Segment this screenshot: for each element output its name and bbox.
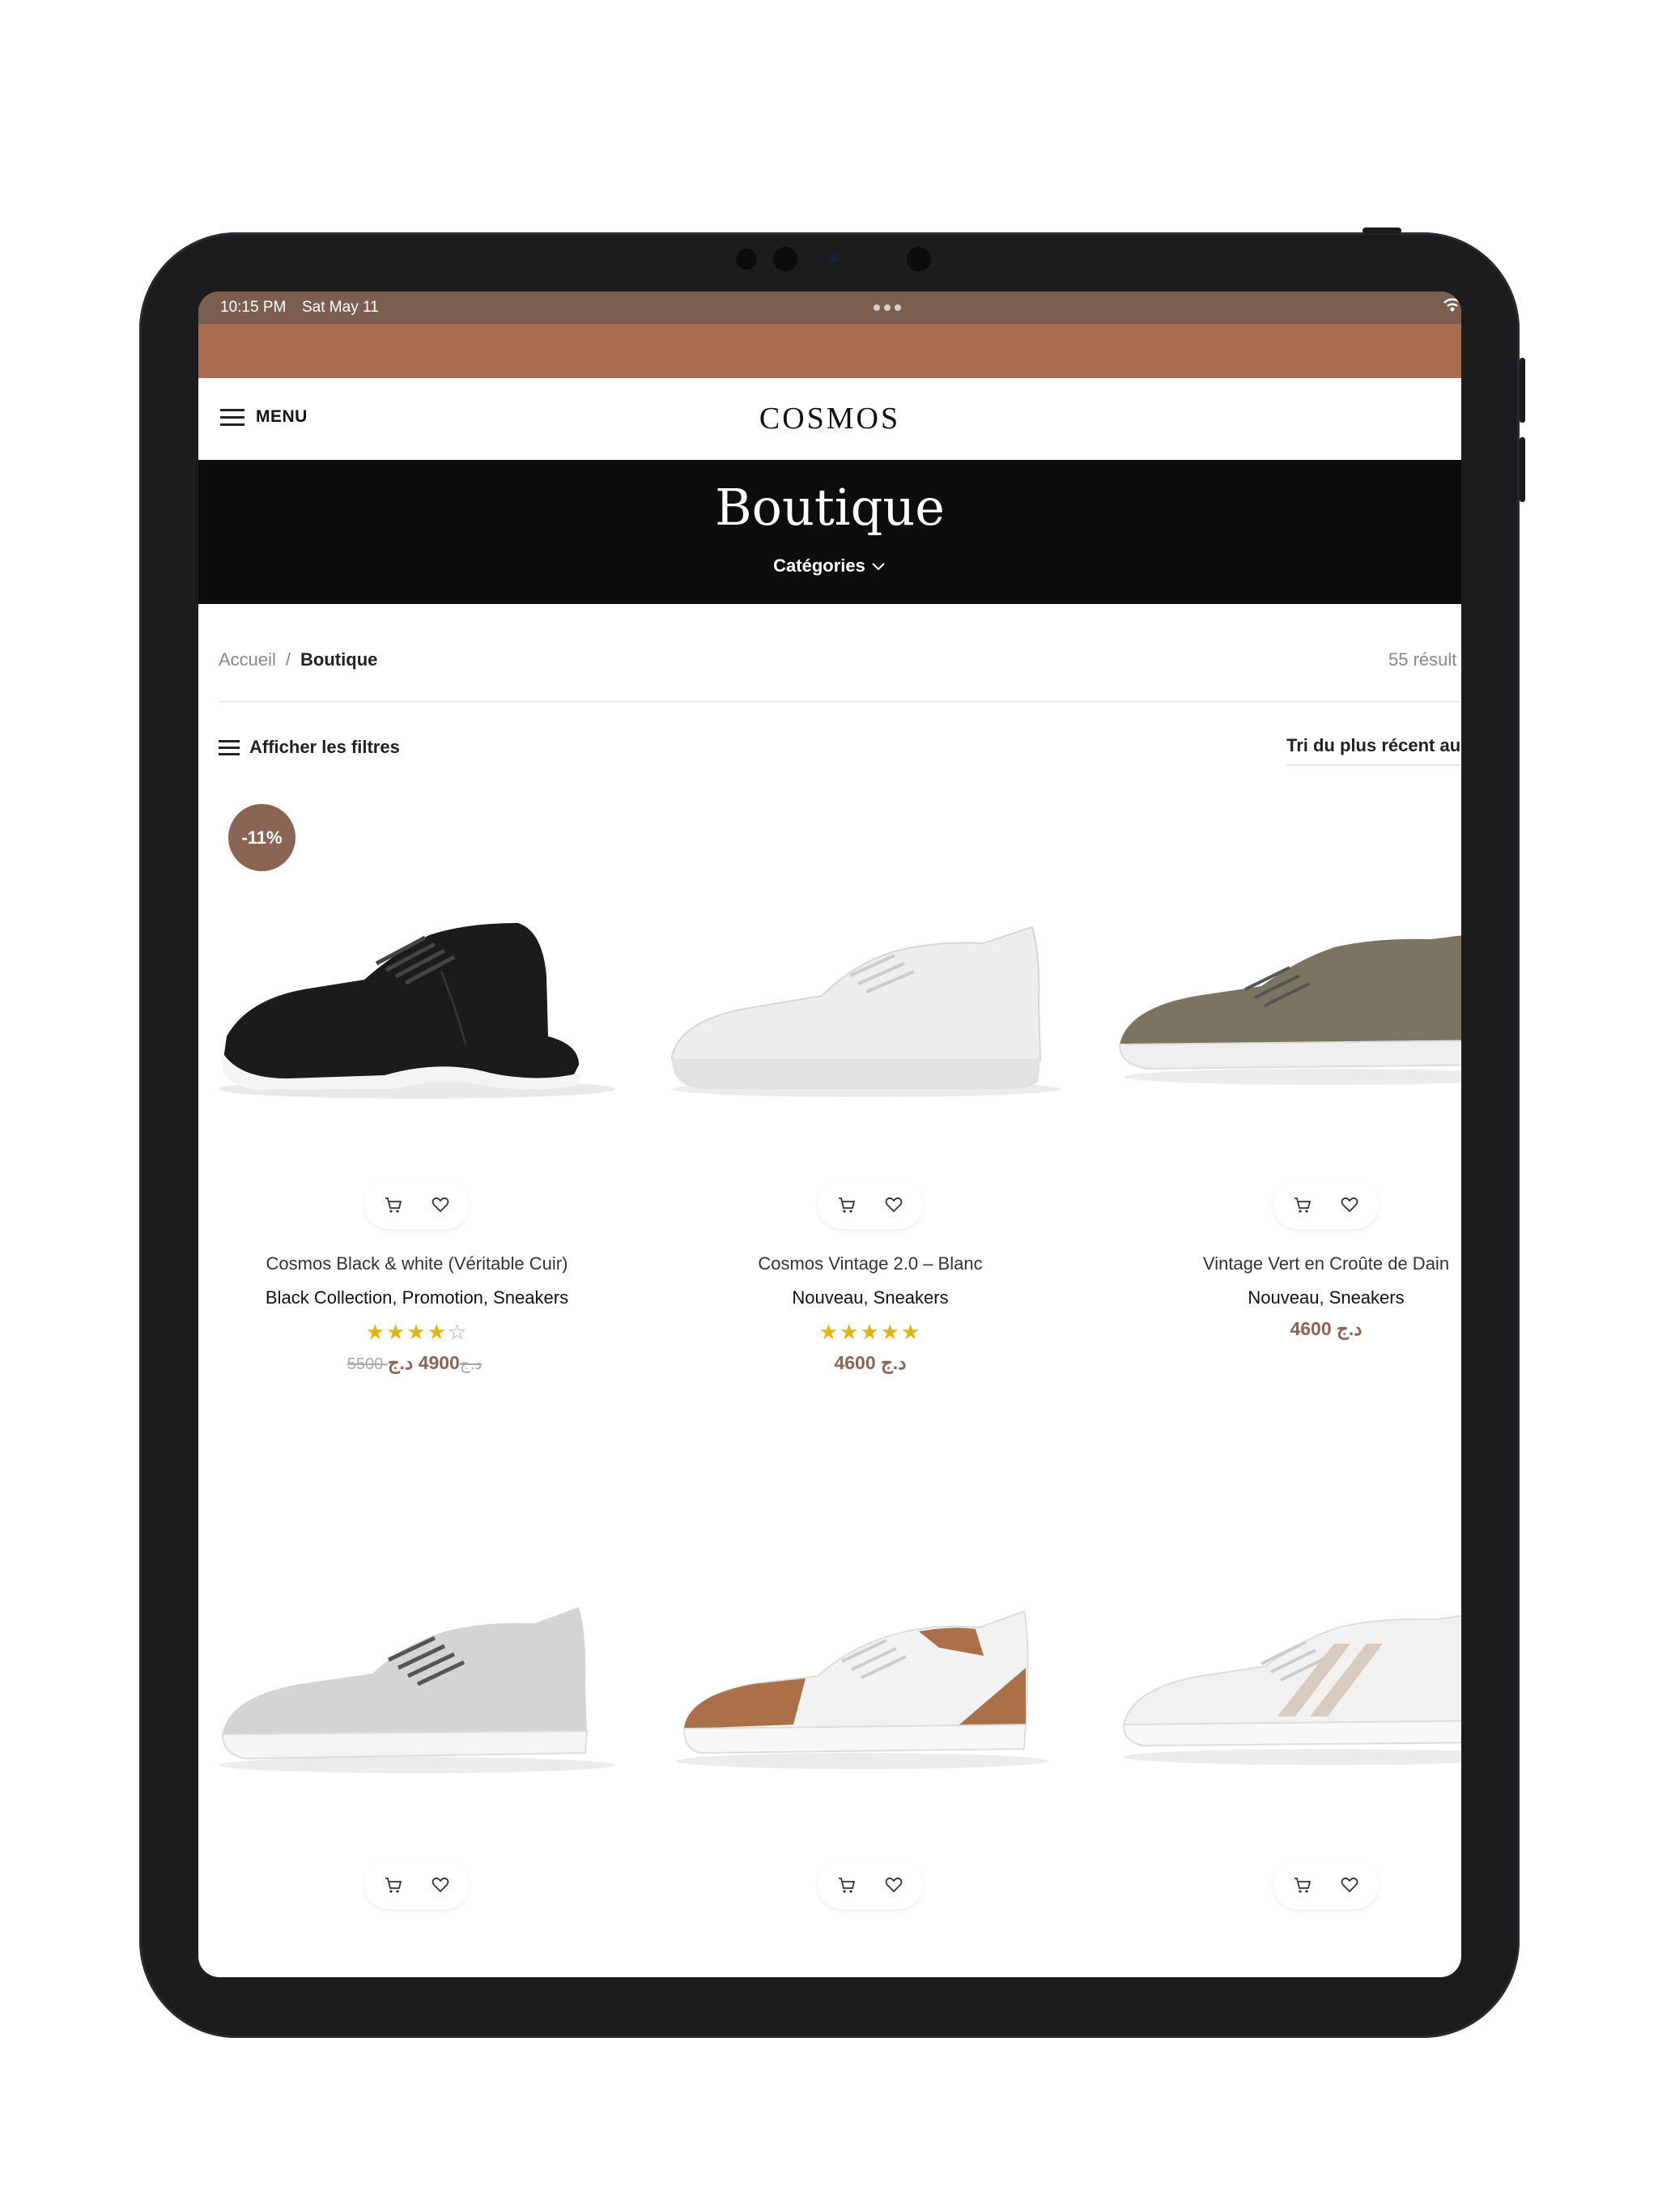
power-button (1363, 228, 1401, 234)
page-hero: Boutique Catégories (198, 460, 1461, 604)
camera-sensor (830, 253, 840, 263)
product-actions (1107, 1180, 1461, 1229)
product-name[interactable]: Cosmos Black & white (Véritable Cuir) (198, 1253, 636, 1274)
product-price: 5500 د.ج4900 د.ج (198, 1352, 636, 1374)
product-actions (1107, 1861, 1461, 1909)
add-to-cart-icon[interactable] (1286, 1189, 1319, 1221)
product-name[interactable]: Cosmos Vintage 2.0 – Blanc (652, 1253, 1089, 1274)
status-time: 10:15 PM (220, 299, 287, 316)
product-categories[interactable]: Nouveau, Sneakers (652, 1287, 1089, 1308)
wishlist-heart-icon[interactable] (424, 1869, 457, 1901)
breadcrumb-current: Boutique (300, 649, 378, 670)
page-title: Boutique (715, 478, 945, 537)
categories-dropdown[interactable]: Catégories (198, 555, 1461, 576)
status-date: Sat May 11 (302, 299, 379, 316)
product-image-white-sneaker[interactable] (652, 802, 1089, 1158)
categories-label: Catégories (773, 555, 865, 576)
add-to-cart-icon[interactable] (1286, 1869, 1319, 1901)
product-rating: ★★★★★ (818, 1320, 922, 1344)
multitasking-dots[interactable] (874, 304, 901, 311)
show-filters-button[interactable]: Afficher les filtres (219, 737, 400, 758)
wishlist-heart-icon[interactable] (424, 1189, 457, 1221)
product-image-grey-sneaker[interactable] (198, 1482, 636, 1838)
wishlist-heart-icon[interactable] (878, 1869, 910, 1901)
product-name[interactable]: Vintage Vert en Croûte de Dain (1107, 1253, 1461, 1274)
product-price: 4600 د.ج (834, 1352, 907, 1373)
wishlist-heart-icon[interactable] (1333, 1189, 1366, 1221)
add-to-cart-icon[interactable] (831, 1189, 863, 1221)
product-categories[interactable]: Nouveau, Sneakers (1107, 1287, 1461, 1308)
product-price: 4600 د.ج (1290, 1318, 1363, 1339)
product-image-white-stripe-sneaker[interactable] (1107, 1482, 1461, 1838)
breadcrumb: Accueil / Boutique (219, 649, 377, 670)
sort-select[interactable]: Tri du plus récent au (1286, 735, 1461, 766)
product-rating: ★★★★☆ (365, 1320, 469, 1344)
camera-sensor (736, 249, 757, 270)
breadcrumb-separator: / (285, 649, 291, 670)
volume-up-button (1520, 358, 1525, 423)
add-to-cart-icon[interactable] (377, 1869, 410, 1901)
product-actions (652, 1180, 1089, 1229)
chevron-down-icon (872, 563, 885, 571)
promo-banner (198, 324, 1461, 378)
wifi-icon (1443, 298, 1461, 312)
product-image-white-tan-sneaker[interactable] (652, 1482, 1089, 1838)
add-to-cart-icon[interactable] (831, 1869, 863, 1901)
wishlist-heart-icon[interactable] (878, 1189, 910, 1221)
product-image-olive-sneaker[interactable] (1107, 802, 1461, 1158)
product-actions (198, 1861, 636, 1909)
volume-down-button (1520, 437, 1525, 502)
wishlist-heart-icon[interactable] (1333, 1869, 1366, 1901)
divider (219, 701, 1461, 702)
breadcrumb-home[interactable]: Accueil (219, 649, 276, 670)
product-actions (652, 1861, 1089, 1909)
filter-icon (219, 739, 240, 755)
product-categories[interactable]: Black Collection, Promotion, Sneakers (198, 1287, 636, 1308)
product-sale-price: 4900 د.ج (387, 1352, 460, 1373)
camera-sensor (773, 247, 797, 271)
status-bar: 10:15 PM Sat May 11 (198, 291, 1461, 324)
site-logo[interactable]: COSMOS (198, 401, 1461, 436)
screen: 10:15 PM Sat May 11 MENU COSMOS Boutique… (198, 291, 1461, 1977)
camera-sensor (907, 247, 931, 271)
add-to-cart-icon[interactable] (377, 1189, 410, 1221)
site-header: MENU COSMOS (198, 378, 1461, 460)
discount-badge: -11% (228, 804, 295, 871)
product-actions (198, 1180, 636, 1229)
show-filters-label: Afficher les filtres (249, 737, 400, 757)
results-count: 55 résult (1388, 649, 1457, 670)
